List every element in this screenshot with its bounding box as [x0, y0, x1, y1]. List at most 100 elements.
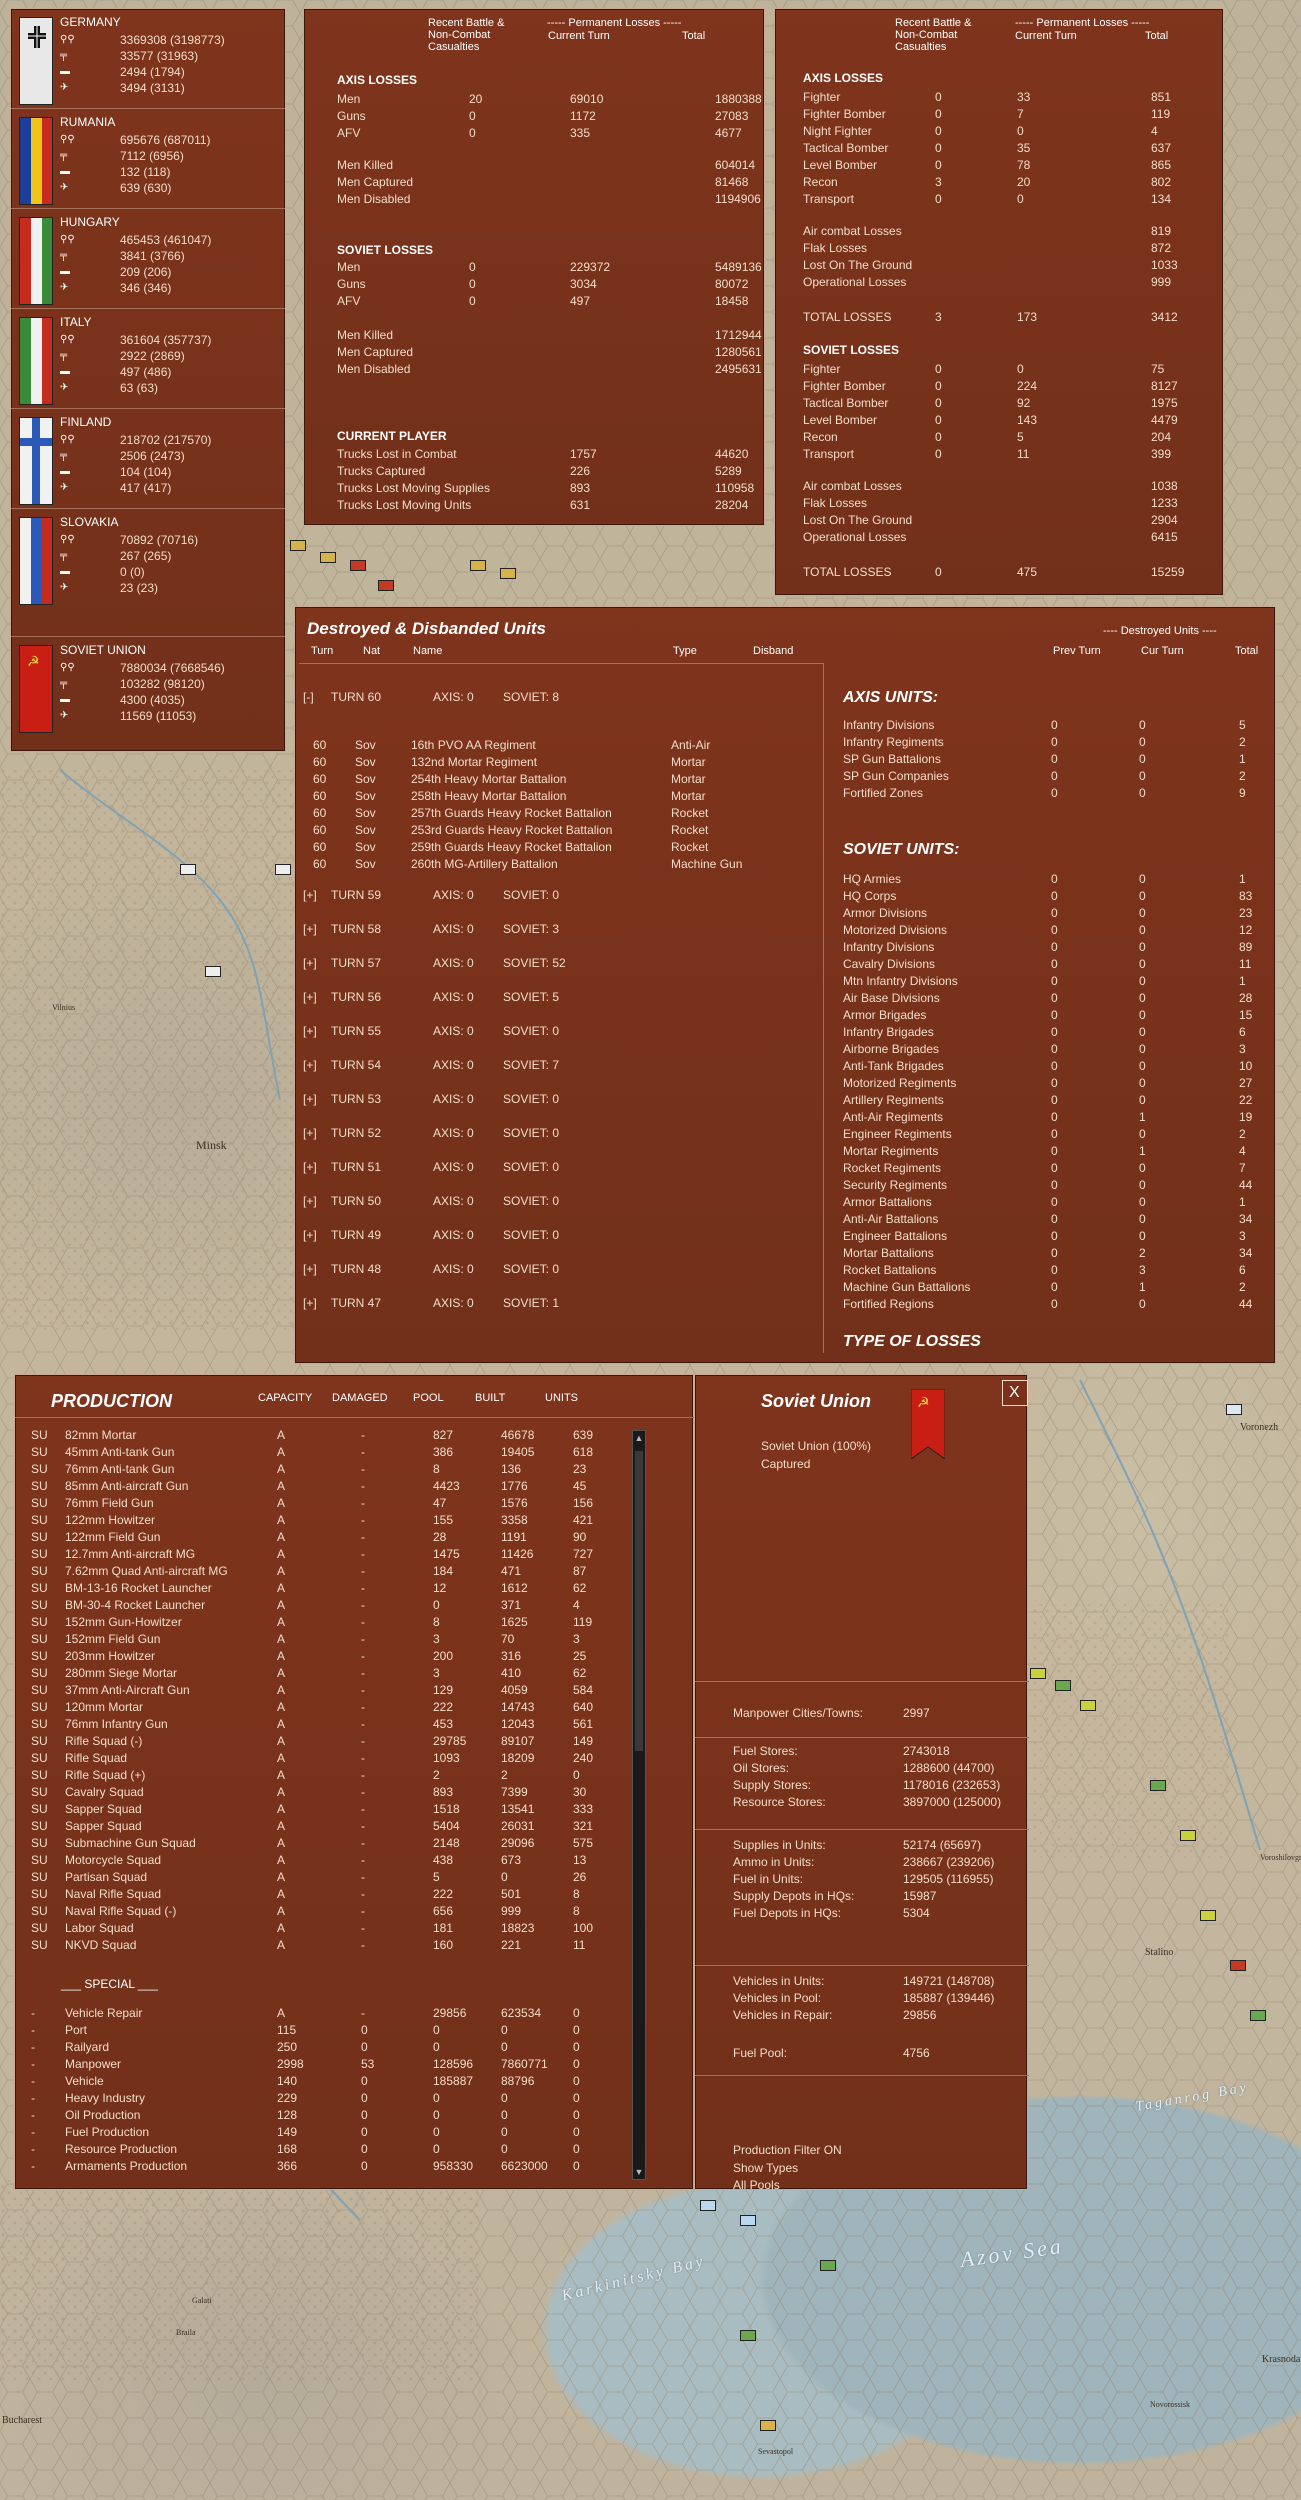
- production-row[interactable]: SU 152mm Field Gun A -3 70 3: [31, 1631, 631, 1648]
- production-row[interactable]: SU 12.7mm Anti-aircraft MG A -1475 11426 727: [31, 1546, 631, 1563]
- production-row[interactable]: SU 280mm Siege Mortar A -3 410 62: [31, 1665, 631, 1682]
- production-row[interactable]: SU 82mm Mortar A -827 46678 639: [31, 1427, 631, 1444]
- turn-row[interactable]: [+] TURN 58 AXIS: 0 SOVIET: 3: [303, 921, 803, 938]
- special-production-row[interactable]: - Port 115 0 0 0 0: [31, 2022, 631, 2039]
- special-production-row[interactable]: - Heavy Industry 229 0 0 0 0: [31, 2090, 631, 2107]
- turn-row[interactable]: [+] TURN 59 AXIS: 0 SOVIET: 0: [303, 887, 803, 904]
- city-voroshilovgrad[interactable]: Voroshilovgrad: [1260, 1853, 1301, 1862]
- turn-row[interactable]: [+] TURN 53 AXIS: 0 SOVIET: 0: [303, 1091, 803, 1108]
- city-braila[interactable]: Braila: [176, 2328, 196, 2337]
- production-row[interactable]: SU 7.62mm Quad Anti-aircraft MG A -184 471 87: [31, 1563, 631, 1580]
- special-production-row[interactable]: - Railyard 250 0 0 0 0: [31, 2039, 631, 2056]
- unit-counter[interactable]: [470, 560, 486, 571]
- unit-counter[interactable]: [205, 966, 221, 977]
- unit-counter[interactable]: [1030, 1668, 1046, 1679]
- unit-counter[interactable]: [1150, 1780, 1166, 1791]
- unit-counter[interactable]: [180, 864, 196, 875]
- unit-counter[interactable]: [350, 560, 366, 571]
- expand-toggle[interactable]: [+]: [303, 1125, 317, 1142]
- unit-counter[interactable]: [290, 540, 306, 551]
- scroll-down-icon[interactable]: ▼: [634, 2165, 644, 2179]
- production-row[interactable]: SU Rifle Squad A -1093 18209 240: [31, 1750, 631, 1767]
- close-button[interactable]: X: [1002, 1380, 1028, 1406]
- city-bucharest[interactable]: Bucharest: [2, 2415, 42, 2426]
- special-production-row[interactable]: - Vehicle Repair A -29856 623534 0: [31, 2005, 631, 2022]
- special-production-row[interactable]: - Oil Production 128 0 0 0 0: [31, 2107, 631, 2124]
- expand-toggle[interactable]: [+]: [303, 1057, 317, 1074]
- expand-toggle[interactable]: [+]: [303, 1261, 317, 1278]
- production-row[interactable]: SU 203mm Howitzer A -200 316 25: [31, 1648, 631, 1665]
- turn-row[interactable]: [+] TURN 51 AXIS: 0 SOVIET: 0: [303, 1159, 803, 1176]
- nation-slovakia[interactable]: SLOVAKIA ⚲⚲ 70892 (70716) ╤ 267 (265) ▬ 0 (0) ✈…: [11, 509, 285, 637]
- unit-counter[interactable]: [700, 2200, 716, 2211]
- production-row[interactable]: SU 37mm Anti-Aircraft Gun A -129 4059 584: [31, 1682, 631, 1699]
- city-voronezh[interactable]: Voronezh: [1240, 1422, 1278, 1433]
- production-row[interactable]: SU BM-30-4 Rocket Launcher A -0 371 4: [31, 1597, 631, 1614]
- turn-row-open[interactable]: [-] TURN 60 AXIS: 0 SOVIET: 8: [303, 689, 803, 706]
- unit-counter[interactable]: [740, 2330, 756, 2341]
- city-galati[interactable]: Galati: [192, 2296, 212, 2305]
- expand-toggle[interactable]: [+]: [303, 887, 317, 904]
- expand-toggle[interactable]: [+]: [303, 989, 317, 1006]
- turn-row[interactable]: [+] TURN 54 AXIS: 0 SOVIET: 7: [303, 1057, 803, 1074]
- production-row[interactable]: SU 45mm Anti-tank Gun A -386 19405 618: [31, 1444, 631, 1461]
- city-vilnius[interactable]: Vilnius: [52, 1003, 75, 1012]
- expand-toggle[interactable]: [+]: [303, 1091, 317, 1108]
- nation-hungary[interactable]: HUNGARY ⚲⚲ 465453 (461047) ╤ 3841 (3766) ▬ 209…: [11, 209, 285, 309]
- production-row[interactable]: SU Sapper Squad A -1518 13541 333: [31, 1801, 631, 1818]
- special-production-row[interactable]: - Armaments Production 366 0 958330 6623000 0: [31, 2158, 631, 2175]
- unit-counter[interactable]: [1250, 2010, 1266, 2021]
- production-row[interactable]: SU 76mm Field Gun A -47 1576 156: [31, 1495, 631, 1512]
- unit-counter[interactable]: [820, 2260, 836, 2271]
- production-row[interactable]: SU Naval Rifle Squad (-) A -656 999 8: [31, 1903, 631, 1920]
- nation-rumania[interactable]: RUMANIA ⚲⚲ 695676 (687011) ╤ 7112 (6956) ▬ 132…: [11, 109, 285, 209]
- scroll-thumb[interactable]: [635, 1451, 643, 1751]
- all-pools-toggle[interactable]: All Pools: [733, 2179, 780, 2189]
- production-row[interactable]: SU 152mm Gun-Howitzer A -8 1625 119: [31, 1614, 631, 1631]
- nation-soviet[interactable]: ☭ SOVIET UNION ⚲⚲ 7880034 (7668546) ╤ 103282 …: [11, 637, 285, 737]
- production-row[interactable]: SU BM-13-16 Rocket Launcher A -12 1612 62: [31, 1580, 631, 1597]
- unit-counter[interactable]: [500, 568, 516, 579]
- production-row[interactable]: SU NKVD Squad A -160 221 11: [31, 1937, 631, 1954]
- production-row[interactable]: SU 76mm Anti-tank Gun A -8 136 23: [31, 1461, 631, 1478]
- production-row[interactable]: SU Partisan Squad A -5 0 26: [31, 1869, 631, 1886]
- unit-counter[interactable]: [1055, 1680, 1071, 1691]
- unit-counter[interactable]: [1230, 1960, 1246, 1971]
- production-row[interactable]: SU Labor Squad A -181 18823 100: [31, 1920, 631, 1937]
- production-row[interactable]: SU 76mm Infantry Gun A -453 12043 561: [31, 1716, 631, 1733]
- turn-row[interactable]: [+] TURN 56 AXIS: 0 SOVIET: 5: [303, 989, 803, 1006]
- unit-counter[interactable]: [275, 864, 291, 875]
- expand-toggle[interactable]: [+]: [303, 1023, 317, 1040]
- special-production-row[interactable]: - Fuel Production 149 0 0 0 0: [31, 2124, 631, 2141]
- unit-counter[interactable]: [378, 580, 394, 591]
- unit-counter[interactable]: [1080, 1700, 1096, 1711]
- unit-counter[interactable]: [1226, 1404, 1242, 1415]
- city-novorossisk[interactable]: Novorossisk: [1150, 2400, 1190, 2409]
- collapse-toggle[interactable]: [-]: [303, 689, 314, 706]
- expand-toggle[interactable]: [+]: [303, 1159, 317, 1176]
- production-filter-toggle[interactable]: Production Filter ON: [733, 2143, 842, 2157]
- production-row[interactable]: SU Naval Rifle Squad A -222 501 8: [31, 1886, 631, 1903]
- nation-finland[interactable]: FINLAND ⚲⚲ 218702 (217570) ╤ 2506 (2473) ▬ 104…: [11, 409, 285, 509]
- city-stalino[interactable]: Stalino: [1145, 1947, 1173, 1958]
- expand-toggle[interactable]: [+]: [303, 1295, 317, 1312]
- expand-toggle[interactable]: [+]: [303, 1193, 317, 1210]
- nation-germany[interactable]: GERMANY ⚲⚲ 3369308 (3198773) ╤ 33577 (31963)…: [11, 9, 285, 109]
- turn-row[interactable]: [+] TURN 50 AXIS: 0 SOVIET: 0: [303, 1193, 803, 1210]
- unit-counter[interactable]: [320, 552, 336, 563]
- production-row[interactable]: SU 85mm Anti-aircraft Gun A -4423 1776 45: [31, 1478, 631, 1495]
- production-row[interactable]: SU Sapper Squad A -5404 26031 321: [31, 1818, 631, 1835]
- production-row[interactable]: SU Cavalry Squad A -893 7399 30: [31, 1784, 631, 1801]
- unit-counter[interactable]: [740, 2215, 756, 2226]
- turn-row[interactable]: [+] TURN 48 AXIS: 0 SOVIET: 0: [303, 1261, 803, 1278]
- turn-row[interactable]: [+] TURN 49 AXIS: 0 SOVIET: 0: [303, 1227, 803, 1244]
- show-types-toggle[interactable]: Show Types: [733, 2161, 798, 2175]
- type-of-losses-heading[interactable]: TYPE OF LOSSES: [843, 1333, 981, 1351]
- special-production-row[interactable]: - Resource Production 168 0 0 0 0: [31, 2141, 631, 2158]
- expand-toggle[interactable]: [+]: [303, 921, 317, 938]
- production-row[interactable]: SU Rifle Squad (+) A -2 2 0: [31, 1767, 631, 1784]
- special-production-row[interactable]: - Vehicle 140 0 185887 88796 0: [31, 2073, 631, 2090]
- turn-row[interactable]: [+] TURN 55 AXIS: 0 SOVIET: 0: [303, 1023, 803, 1040]
- city-sevastopol[interactable]: Sevastopol: [758, 2447, 793, 2456]
- turn-row[interactable]: [+] TURN 47 AXIS: 0 SOVIET: 1: [303, 1295, 803, 1312]
